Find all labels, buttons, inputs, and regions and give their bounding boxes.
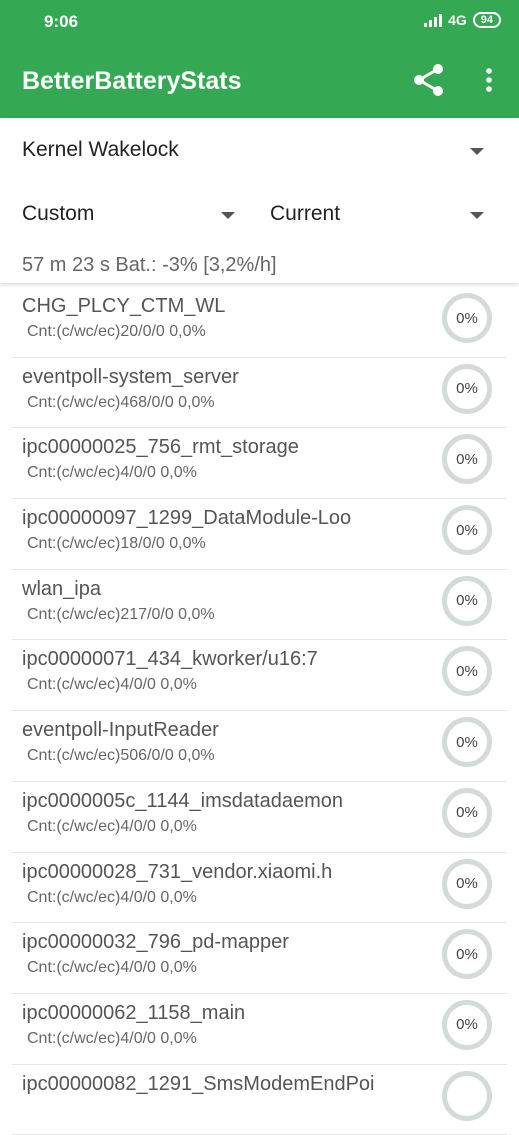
wakelock-name: wlan_ipa bbox=[22, 577, 101, 600]
wakelock-count: Cnt:(c/wc/ec)4/0/0 0,0% bbox=[27, 888, 197, 906]
wakelock-name: ipc00000025_756_rmt_storage bbox=[22, 436, 299, 459]
wakelock-count: Cnt:(c/wc/ec)217/0/0 0,0% bbox=[27, 605, 215, 623]
chevron-down-icon bbox=[470, 148, 484, 155]
percent-ring: 0% bbox=[442, 717, 492, 768]
percent-ring: 0% bbox=[442, 929, 492, 980]
status-icons: 4G 94 bbox=[424, 12, 501, 28]
percent-ring: 0% bbox=[442, 505, 492, 556]
wakelock-name: ipc00000082_1291_SmsModemEndPoi bbox=[22, 1072, 375, 1095]
wakelock-name: ipc00000062_1158_main bbox=[22, 1001, 246, 1024]
wakelock-count: Cnt:(c/wc/ec)468/0/0 0,0% bbox=[27, 393, 215, 411]
status-bar: 9:06 4G 94 bbox=[0, 0, 519, 43]
stat-type-dropdown[interactable]: Kernel Wakelock bbox=[22, 138, 502, 166]
wakelock-name: CHG_PLCY_CTM_WL bbox=[22, 295, 226, 317]
to-dropdown[interactable]: Current bbox=[270, 202, 490, 230]
percent-ring: 0% bbox=[442, 646, 492, 697]
wakelock-row[interactable]: ipc00000097_1299_DataModule-Loo Cnt:(c/wc… bbox=[12, 499, 507, 570]
wakelock-list[interactable]: CHG_PLCY_CTM_WL Cnt:(c/wc/ec)20/0/0 0,0% 0… bbox=[0, 287, 519, 1135]
wakelock-count: Cnt:(c/wc/ec)4/0/0 0,0% bbox=[27, 464, 197, 482]
wakelock-count: Cnt:(c/wc/ec)4/0/0 0,0% bbox=[27, 1029, 197, 1047]
chevron-down-icon bbox=[221, 212, 235, 219]
percent-ring: 0% bbox=[442, 293, 492, 343]
wakelock-count: Cnt:(c/wc/ec)20/0/0 0,0% bbox=[27, 323, 206, 340]
wakelock-name: ipc00000032_796_pd-mapper bbox=[22, 931, 289, 954]
percent-ring: 0% bbox=[442, 858, 492, 909]
wakelock-row[interactable]: ipc00000032_796_pd-mapper Cnt:(c/wc/ec)4/… bbox=[12, 923, 507, 994]
from-value: Custom bbox=[22, 202, 95, 225]
wakelock-name: eventpoll-system_server bbox=[22, 365, 239, 388]
stat-type-value: Kernel Wakelock bbox=[22, 138, 179, 161]
wakelock-row[interactable]: ipc00000082_1291_SmsModemEndPoi bbox=[12, 1065, 507, 1135]
wakelock-row[interactable]: ipc00000028_731_vendor.xiaomi.h Cnt:(c/wc… bbox=[12, 853, 507, 924]
percent-ring: 0% bbox=[442, 999, 492, 1050]
percent-ring bbox=[442, 1070, 492, 1121]
battery-icon: 94 bbox=[472, 12, 501, 28]
more-options-icon[interactable] bbox=[474, 65, 504, 95]
percent-ring: 0% bbox=[442, 363, 492, 414]
chevron-down-icon bbox=[470, 212, 484, 219]
app-bar: BetterBatteryStats bbox=[0, 43, 519, 118]
percent-ring: 0% bbox=[442, 575, 492, 626]
wakelock-name: ipc00000028_731_vendor.xiaomi.h bbox=[22, 860, 333, 883]
wakelock-row[interactable]: CHG_PLCY_CTM_WL Cnt:(c/wc/ec)20/0/0 0,0% 0… bbox=[12, 287, 507, 358]
wakelock-name: ipc0000005c_1144_imsdatadaemon bbox=[22, 789, 343, 812]
signal-icon bbox=[424, 13, 443, 27]
share-icon[interactable] bbox=[410, 61, 448, 99]
wakelock-count: Cnt:(c/wc/ec)506/0/0 0,0% bbox=[27, 747, 215, 765]
wakelock-name: ipc00000071_434_kworker/u16:7 bbox=[22, 648, 318, 671]
wakelock-row[interactable]: eventpoll-InputReader Cnt:(c/wc/ec)506/0/… bbox=[12, 711, 507, 782]
wakelock-row[interactable]: ipc0000005c_1144_imsdatadaemon Cnt:(c/wc/… bbox=[12, 782, 507, 853]
wakelock-name: eventpoll-InputReader bbox=[22, 719, 219, 742]
percent-ring: 0% bbox=[442, 787, 492, 838]
wakelock-row[interactable]: ipc00000071_434_kworker/u16:7 Cnt:(c/wc/e… bbox=[12, 640, 507, 712]
duration-summary: 57 m 23 s Bat.: -3% [3,2%/h] bbox=[22, 254, 277, 276]
wakelock-count: Cnt:(c/wc/ec)4/0/0 0,0% bbox=[27, 817, 197, 835]
wakelock-count: Cnt:(c/wc/ec)4/0/0 0,0% bbox=[27, 959, 197, 977]
network-type: 4G bbox=[448, 12, 467, 28]
wakelock-count: Cnt:(c/wc/ec)18/0/0 0,0% bbox=[27, 535, 206, 553]
percent-ring: 0% bbox=[442, 434, 492, 485]
wakelock-name: ipc00000097_1299_DataModule-Loo bbox=[22, 507, 352, 530]
wakelock-row[interactable]: eventpoll-system_server Cnt:(c/wc/ec)468/… bbox=[12, 358, 507, 429]
from-dropdown[interactable]: Custom bbox=[22, 202, 242, 230]
battery-level: 94 bbox=[480, 14, 493, 26]
status-time: 9:06 bbox=[44, 12, 79, 31]
wakelock-row[interactable]: ipc00000025_756_rmt_storage Cnt:(c/wc/ec)… bbox=[12, 428, 507, 500]
app-title: BetterBatteryStats bbox=[22, 67, 242, 95]
wakelock-count: Cnt:(c/wc/ec)4/0/0 0,0% bbox=[27, 676, 197, 694]
filter-panel: Kernel Wakelock Custom Current 57 m 23 s… bbox=[0, 118, 519, 283]
to-value: Current bbox=[270, 202, 341, 225]
wakelock-row[interactable]: wlan_ipa Cnt:(c/wc/ec)217/0/0 0,0% 0% bbox=[12, 570, 507, 641]
wakelock-row[interactable]: ipc00000062_1158_main Cnt:(c/wc/ec)4/0/0 … bbox=[12, 994, 507, 1065]
